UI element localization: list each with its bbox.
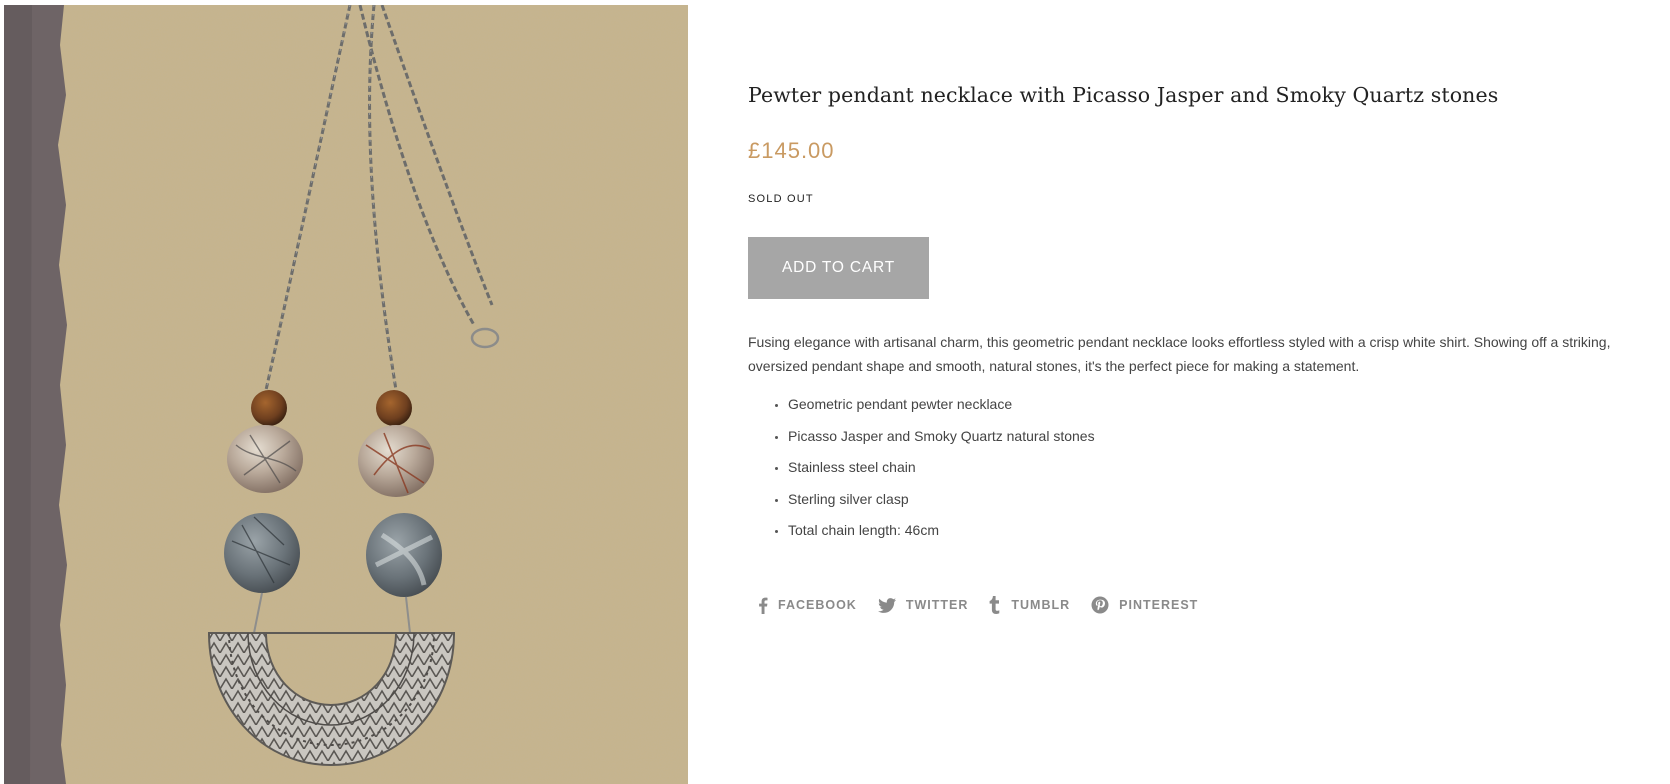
share-tumblr-link[interactable]: TUMBLR: [989, 596, 1070, 614]
list-item: Picasso Jasper and Smoky Quartz natural …: [788, 424, 1095, 456]
product-image: [4, 5, 688, 784]
list-item: Total chain length: 46cm: [788, 518, 1095, 550]
share-pinterest-link[interactable]: PINTEREST: [1091, 596, 1198, 614]
tumblr-icon: [989, 596, 1000, 614]
share-label: TWITTER: [905, 598, 969, 612]
feature-list: Geometric pendant pewter necklace Picass…: [748, 392, 1095, 550]
list-item: Geometric pendant pewter necklace: [788, 392, 1095, 424]
share-label: TUMBLR: [1011, 598, 1071, 612]
product-description: Fusing elegance with artisanal charm, th…: [748, 334, 1611, 374]
share-label: PINTEREST: [1119, 598, 1199, 612]
twitter-icon: [877, 597, 896, 613]
pinterest-icon: [1091, 596, 1109, 614]
list-item: Sterling silver clasp: [788, 487, 1095, 519]
product-price: £145.00: [748, 138, 835, 163]
add-to-cart-button[interactable]: ADD TO CART: [748, 237, 929, 299]
share-facebook-link[interactable]: FACEBOOK: [758, 597, 857, 614]
share-label: FACEBOOK: [778, 598, 857, 612]
product-title: Pewter pendant necklace with Picasso Jas…: [748, 83, 1499, 107]
facebook-icon: [759, 597, 768, 614]
stock-status: SOLD OUT: [748, 193, 814, 205]
list-item: Stainless steel chain: [788, 455, 1095, 487]
share-links: FACEBOOK TWITTER TUMBLR PINTEREST: [758, 596, 1219, 614]
share-twitter-link[interactable]: TWITTER: [877, 597, 969, 613]
